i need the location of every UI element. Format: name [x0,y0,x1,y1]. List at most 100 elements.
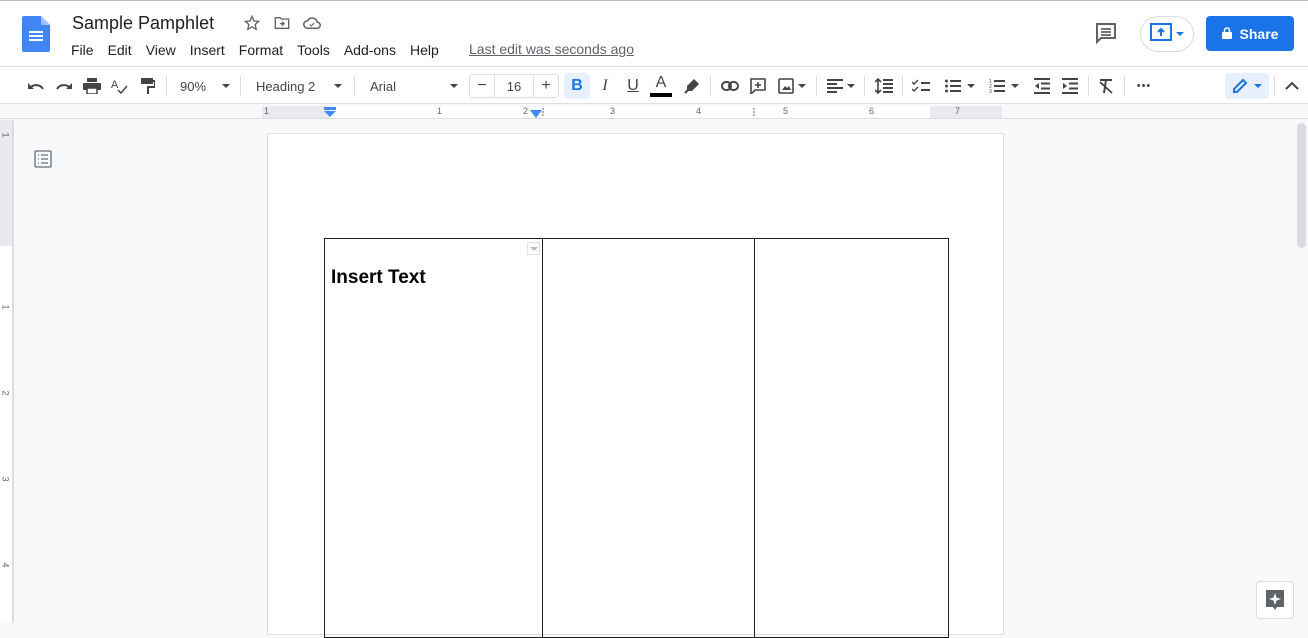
ruler-label: 7 [955,106,960,116]
line-spacing-icon[interactable] [872,73,896,99]
header: Sample Pamphlet File Edit View Insert Fo… [0,1,1308,65]
bulleted-list-button[interactable] [940,73,980,99]
spellcheck-icon[interactable]: A [108,73,132,99]
chevron-down-icon [1011,84,1019,88]
share-button[interactable]: Share [1206,16,1294,51]
document-title[interactable]: Sample Pamphlet [72,13,214,34]
horizontal-ruler[interactable]: 1 1 2 3 4 5 6 7 [0,104,1308,119]
menu-edit[interactable]: Edit [101,40,139,60]
ruler-label: 2 [1,390,11,395]
svg-text:3: 3 [989,89,992,93]
print-icon[interactable] [80,73,104,99]
text-color-button[interactable]: A [648,73,674,99]
menu-addons[interactable]: Add-ons [337,40,403,60]
menu-tools[interactable]: Tools [290,40,337,60]
underline-button[interactable]: U [620,73,646,99]
zoom-select[interactable]: 90% [174,73,236,99]
insert-image-button[interactable] [774,73,810,99]
numbered-list-button[interactable]: 123 [984,73,1024,99]
chevron-down-icon [1176,32,1184,36]
table-cell[interactable] [543,239,755,637]
text-color-label: A [656,75,667,91]
column-handle-icon[interactable] [541,107,545,117]
add-comment-icon[interactable] [746,73,770,99]
decrease-indent-icon[interactable] [1030,73,1054,99]
increase-font-size-button[interactable]: + [534,75,558,97]
font-size-stepper: − 16 + [469,74,559,98]
chevron-down-icon [1254,84,1262,88]
present-icon [1150,23,1172,46]
highlight-color-icon[interactable] [680,73,704,99]
numbered-list-icon: 123 [989,79,1005,93]
document-outline-icon[interactable] [34,150,52,168]
move-folder-icon[interactable] [272,13,292,33]
divider [166,76,167,96]
chevron-down-icon [450,84,458,88]
last-edit-link[interactable]: Last edit was seconds ago [469,41,634,57]
font-family-select[interactable]: Arial [364,73,464,99]
docs-logo-icon[interactable] [22,16,50,52]
vertical-ruler-margin [0,120,12,246]
ruler-label: 1 [264,106,269,116]
ruler-label: 5 [783,106,788,116]
zoom-value: 90% [180,79,206,94]
explore-button[interactable] [1256,581,1294,619]
ruler-label: 3 [610,106,615,116]
editing-mode-button[interactable] [1225,73,1269,99]
pamphlet-table: Insert Text [324,238,949,638]
menu-help[interactable]: Help [403,40,446,60]
cell-heading[interactable]: Insert Text [331,267,426,289]
svg-text:A: A [111,79,119,91]
ruler-label: 1 [437,106,442,116]
menu-view[interactable]: View [139,40,183,60]
divider [1088,76,1089,96]
divider [902,76,903,96]
vertical-ruler[interactable]: 1 1 2 3 4 [0,120,14,623]
present-button[interactable] [1140,16,1194,52]
menu-file[interactable]: File [64,40,101,60]
menu-format[interactable]: Format [232,40,290,60]
divider [354,76,355,96]
insert-link-icon[interactable] [718,73,742,99]
clear-formatting-icon[interactable] [1094,73,1118,99]
more-options-button[interactable]: ••• [1132,73,1156,99]
cell-menu-icon[interactable] [527,242,540,255]
divider [864,76,865,96]
table-cell[interactable] [755,239,948,637]
cloud-saved-icon[interactable] [302,13,322,33]
decrease-font-size-button[interactable]: − [470,75,494,97]
chevron-down-icon [798,84,806,88]
paragraph-style-value: Heading 2 [256,79,315,94]
menu-insert[interactable]: Insert [183,40,232,60]
divider [1124,76,1125,96]
checklist-icon[interactable] [908,73,934,99]
table-cell[interactable]: Insert Text [325,239,543,637]
pencil-icon [1232,78,1248,94]
ruler-content-area [330,106,930,118]
font-size-input[interactable]: 16 [494,75,534,97]
menu-bar: File Edit View Insert Format Tools Add-o… [64,40,446,60]
font-family-value: Arial [370,79,396,94]
paint-format-icon[interactable] [136,73,160,99]
chevron-down-icon [967,84,975,88]
collapse-menus-icon[interactable] [1280,73,1304,99]
toolbar: A 90% Heading 2 Arial − 16 + B I U A [0,66,1308,104]
undo-icon[interactable] [24,73,48,99]
italic-button[interactable]: I [592,73,618,99]
ruler-label: 4 [696,106,701,116]
divider [1274,76,1275,96]
bold-button[interactable]: B [564,73,590,99]
redo-icon[interactable] [52,73,76,99]
explore-icon [1265,589,1285,611]
divider [710,76,711,96]
ruler-label: 6 [869,106,874,116]
vertical-scrollbar[interactable] [1297,123,1306,248]
star-icon[interactable] [242,13,262,33]
paragraph-style-select[interactable]: Heading 2 [250,73,348,99]
divider [240,76,241,96]
comments-icon[interactable] [1094,21,1120,45]
column-handle-icon[interactable] [752,107,756,117]
increase-indent-icon[interactable] [1058,73,1082,99]
align-button[interactable] [824,73,858,99]
left-indent-marker-icon[interactable] [324,107,336,117]
